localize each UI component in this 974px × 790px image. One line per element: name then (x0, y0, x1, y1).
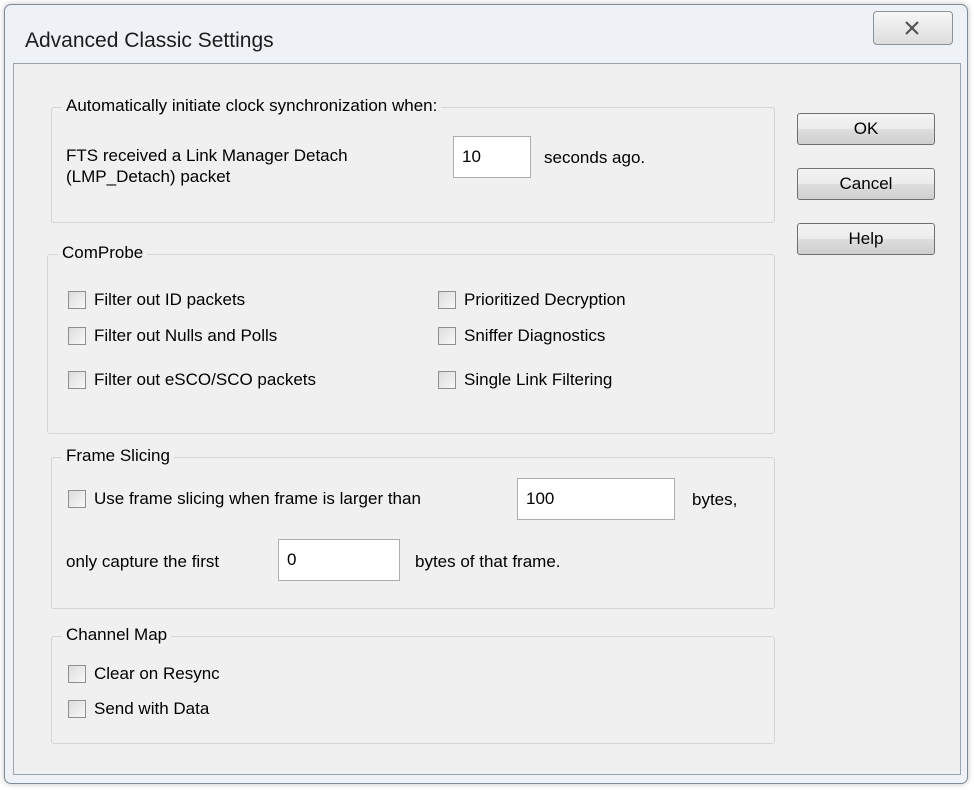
lmp-detach-label-line2: (LMP_Detach) packet (66, 167, 231, 186)
send-with-data-label: Send with Data (94, 699, 210, 718)
sniffer-diagnostics-checkbox[interactable]: Sniffer Diagnostics (438, 326, 605, 346)
close-button[interactable] (873, 11, 953, 45)
dialog-window: Advanced Classic Settings Automatically … (4, 4, 968, 784)
checkbox-box[interactable] (438, 327, 456, 345)
single-link-filtering-label: Single Link Filtering (464, 370, 613, 389)
checkbox-box[interactable] (68, 371, 86, 389)
dialog-title: Advanced Classic Settings (25, 29, 274, 52)
dialog-client-area: Automatically initiate clock synchroniza… (13, 63, 961, 775)
lmp-detach-label-line1: FTS received a Link Manager Detach (66, 146, 348, 165)
checkbox-box[interactable] (438, 291, 456, 309)
capture-bytes-input[interactable]: 0 (278, 539, 400, 581)
filter-esco-sco-checkbox[interactable]: Filter out eSCO/SCO packets (68, 370, 316, 390)
comprobe-group-label: ComProbe (58, 243, 148, 263)
cancel-button[interactable]: Cancel (797, 168, 935, 200)
clear-on-resync-label: Clear on Resync (94, 664, 220, 683)
help-button[interactable]: Help (797, 223, 935, 255)
bytes-label: bytes, (692, 490, 738, 509)
checkbox-box[interactable] (68, 665, 86, 683)
capture-first-label: only capture the first (66, 552, 220, 571)
detach-seconds-input[interactable]: 10 (453, 136, 531, 178)
sniffer-diagnostics-label: Sniffer Diagnostics (464, 326, 606, 345)
filter-nulls-polls-checkbox[interactable]: Filter out Nulls and Polls (68, 326, 277, 346)
prioritized-decryption-label: Prioritized Decryption (464, 290, 626, 309)
single-link-filtering-checkbox[interactable]: Single Link Filtering (438, 370, 612, 390)
prioritized-decryption-checkbox[interactable]: Prioritized Decryption (438, 290, 626, 310)
checkbox-box[interactable] (68, 700, 86, 718)
filter-id-packets-checkbox[interactable]: Filter out ID packets (68, 290, 245, 310)
seconds-ago-label: seconds ago. (544, 148, 646, 167)
checkbox-box[interactable] (68, 291, 86, 309)
channel-map-group: Channel Map Clear on Resync Send with Da… (51, 625, 775, 744)
channel-map-group-label: Channel Map (62, 625, 172, 645)
checkbox-box[interactable] (68, 490, 86, 508)
clear-on-resync-checkbox[interactable]: Clear on Resync (68, 664, 220, 684)
checkbox-box[interactable] (68, 327, 86, 345)
send-with-data-checkbox[interactable]: Send with Data (68, 699, 209, 719)
use-frame-slicing-label: Use frame slicing when frame is larger t… (94, 489, 421, 508)
comprobe-group: ComProbe Filter out ID packets Filter ou… (47, 243, 775, 434)
ok-button[interactable]: OK (797, 113, 935, 145)
clock-sync-group-label: Automatically initiate clock synchroniza… (62, 96, 442, 116)
bytes-of-frame-label: bytes of that frame. (415, 552, 561, 571)
use-frame-slicing-checkbox[interactable]: Use frame slicing when frame is larger t… (68, 489, 421, 509)
frame-slicing-group-label: Frame Slicing (62, 446, 174, 466)
frame-slicing-group: Frame Slicing Use frame slicing when fra… (51, 446, 775, 609)
checkbox-box[interactable] (438, 371, 456, 389)
filter-id-packets-label: Filter out ID packets (94, 290, 246, 309)
filter-nulls-polls-label: Filter out Nulls and Polls (94, 326, 278, 345)
frame-size-input[interactable]: 100 (517, 478, 675, 520)
filter-esco-sco-label: Filter out eSCO/SCO packets (94, 370, 317, 389)
close-icon (905, 21, 919, 35)
clock-sync-group: Automatically initiate clock synchroniza… (51, 96, 775, 223)
